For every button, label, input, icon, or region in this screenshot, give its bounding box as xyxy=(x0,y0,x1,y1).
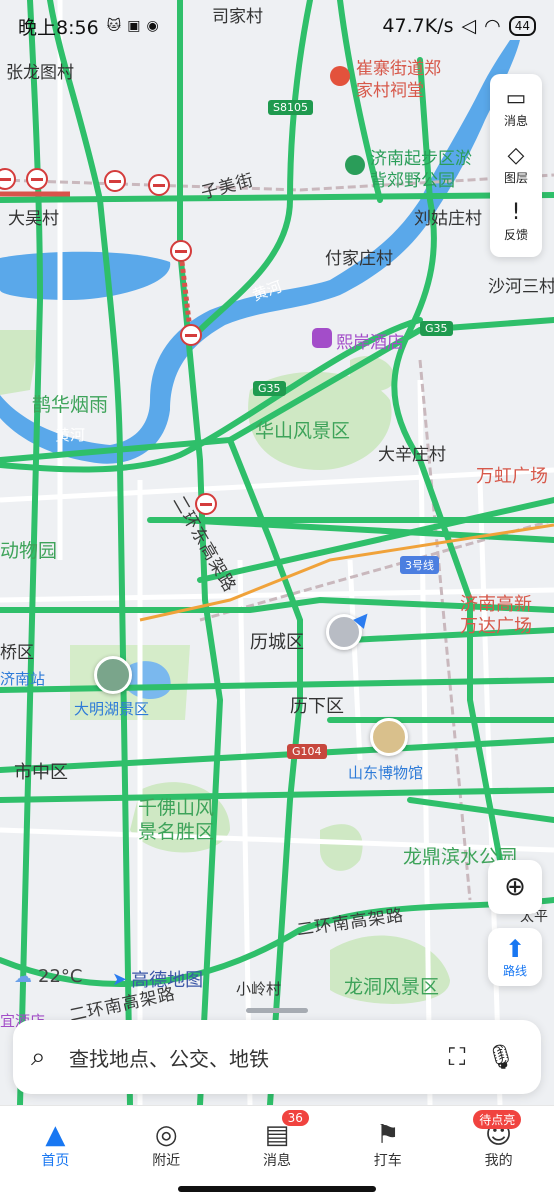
feedback-icon: ! xyxy=(511,200,521,225)
battery-icon: 44 xyxy=(508,16,536,36)
layers-label: 图层 xyxy=(503,171,528,185)
status-notification-icons: 🐱 ▣ ◉ xyxy=(107,18,159,34)
tab-home[interactable]: ▲ 首页 xyxy=(0,1106,111,1200)
crosshair-icon: ⊕ xyxy=(504,872,526,902)
route-arrow-icon: ⬆ xyxy=(504,934,526,963)
network-speed: 47.7K/s xyxy=(382,15,454,37)
message-icon: ▭ xyxy=(505,86,527,111)
map-label-wanhong[interactable]: 万虹广场 xyxy=(476,462,548,488)
feedback-button[interactable]: ! 反馈 xyxy=(490,194,542,251)
road-shield-s8105: S8105 xyxy=(268,100,313,115)
map-label-qiaoqu[interactable]: 桥区 xyxy=(0,638,34,663)
map-label-lichengqu[interactable]: 历城区 xyxy=(250,628,304,654)
daming-lake-thumbnail[interactable] xyxy=(94,656,132,694)
tab-taxi-label: 打车 xyxy=(373,1153,402,1169)
park-poi-icon[interactable] xyxy=(345,155,365,175)
map-label-shahe[interactable]: 沙河三村 xyxy=(488,272,554,297)
map-label-fujiazhuang[interactable]: 付家庄村 xyxy=(325,244,393,269)
feedback-label: 反馈 xyxy=(503,228,528,242)
map-label-liuguzhuang[interactable]: 刘姑庄村 xyxy=(414,204,482,229)
location-pin-icon: ◎ xyxy=(154,1120,178,1150)
map-label-quehua[interactable]: 鹊华烟雨 xyxy=(32,390,108,417)
wifi-icon: ◠ xyxy=(484,15,501,37)
no-entry-icon[interactable] xyxy=(148,174,170,196)
tab-home-label: 首页 xyxy=(41,1153,70,1169)
amap-logo-icon: ➤ xyxy=(112,968,128,990)
river-label-huanghe-2: 黄河 xyxy=(55,426,86,444)
search-icon: ⌕ xyxy=(31,1041,46,1072)
metro-line-3-label[interactable]: 3号线 xyxy=(400,556,439,574)
messages-button[interactable]: ▭ 消息 xyxy=(490,80,542,137)
profile-badge: 待点亮 xyxy=(473,1110,522,1129)
map-label-lixia[interactable]: 历下区 xyxy=(290,692,344,718)
map-label-dawu[interactable]: 大吴村 xyxy=(8,204,59,229)
cat-icon: 🐱 xyxy=(106,18,122,34)
no-entry-icon[interactable] xyxy=(104,170,126,192)
locate-me-button[interactable]: ⊕ xyxy=(488,860,542,914)
shield-app-icon: ▣ xyxy=(127,18,141,34)
status-time: 晚上8:56 xyxy=(18,16,99,39)
museum-thumbnail[interactable] xyxy=(370,718,408,756)
amap-brand-name: 高德地图 xyxy=(131,970,204,991)
hotel-poi-icon[interactable] xyxy=(312,328,332,348)
map-label-shizhong[interactable]: 市中区 xyxy=(14,758,68,784)
microphone-icon[interactable]: 🎙 xyxy=(479,1043,523,1071)
layers-button[interactable]: ◇ 图层 xyxy=(490,137,542,194)
road-shield-g104: G104 xyxy=(287,744,327,759)
sheet-drag-handle[interactable] xyxy=(246,1008,308,1013)
no-entry-icon[interactable] xyxy=(180,324,202,346)
route-button[interactable]: ⬆ 路线 xyxy=(488,928,542,986)
signal-icon: ◁ xyxy=(461,15,477,37)
map-label-jinan-station[interactable]: 济南站 xyxy=(0,668,45,689)
tab-messages-label: 消息 xyxy=(262,1153,291,1169)
home-indicator xyxy=(178,1186,376,1192)
map-label-cuizhai[interactable]: 崔寨街道郑 家村祠堂 xyxy=(356,58,441,102)
weather-widget[interactable]: ☁ 22°C xyxy=(14,966,82,987)
map-label-zhanglongtu[interactable]: 张龙图村 xyxy=(6,58,74,83)
map-canvas[interactable]: 司家村 张龙图村 崔寨街道郑 家村祠堂 济南起步区淤 背郊野公园 子美街 大吴村… xyxy=(0,0,554,1105)
weibo-icon: ◉ xyxy=(146,18,159,34)
map-label-shandong-museum[interactable]: 山东博物馆 xyxy=(348,762,423,783)
map-label-daxinzhuang[interactable]: 大辛庄村 xyxy=(378,440,446,465)
no-entry-icon[interactable] xyxy=(26,168,48,190)
amap-brand: ➤ 高德地图 xyxy=(112,966,203,992)
map-side-panel: ▭ 消息 ◇ 图层 ! 反馈 xyxy=(490,74,542,257)
map-label-longdong[interactable]: 龙洞风景区 xyxy=(344,972,439,999)
cloud-icon: ☁ xyxy=(14,966,32,987)
tab-profile[interactable]: ☺ 我的 待点亮 xyxy=(443,1106,554,1200)
taxi-flag-icon: ⚑ xyxy=(376,1120,400,1150)
navigation-arrow-icon: ▲ xyxy=(45,1120,66,1150)
messages-label: 消息 xyxy=(503,114,528,128)
search-bar[interactable]: ⌕ 查找地点、公交、地铁 ⛶ 🎙 xyxy=(13,1020,541,1094)
map-label-huashan[interactable]: 华山风景区 xyxy=(255,416,350,443)
map-label-qianfo[interactable]: 千佛山风 景名胜区 xyxy=(138,796,214,844)
map-label-xian-hotel[interactable]: 熙岸酒店 xyxy=(336,328,404,353)
map-label-jinan-qibu[interactable]: 济南起步区淤 背郊野公园 xyxy=(370,148,472,192)
tab-nearby-label: 附近 xyxy=(152,1153,181,1169)
scan-icon[interactable]: ⛶ xyxy=(435,1043,479,1071)
road-shield-g35-a: G35 xyxy=(420,321,453,336)
map-label-daming-lake[interactable]: 大明湖景区 xyxy=(74,698,149,719)
map-label-wanda[interactable]: 济南高新 万达广场 xyxy=(460,594,532,638)
no-entry-icon[interactable] xyxy=(195,493,217,515)
map-label-xiaoling[interactable]: 小岭村 xyxy=(236,978,281,999)
road-shield-g35-b: G35 xyxy=(253,381,286,396)
messages-count-badge: 36 xyxy=(281,1110,309,1126)
layers-icon: ◇ xyxy=(507,143,525,168)
map-label-dongwuyuan[interactable]: 动物园 xyxy=(0,536,57,563)
tab-profile-label: 我的 xyxy=(484,1153,513,1169)
no-entry-icon[interactable] xyxy=(170,240,192,262)
temple-poi-icon[interactable] xyxy=(330,66,350,86)
search-input[interactable]: 查找地点、公交、地铁 xyxy=(69,1043,435,1072)
weather-temp: 22°C xyxy=(38,966,83,987)
status-bar: 晚上8:56 🐱 ▣ ◉ 47.7K/s ◁ ◠ 44 xyxy=(0,0,554,52)
route-label: 路线 xyxy=(502,963,527,978)
